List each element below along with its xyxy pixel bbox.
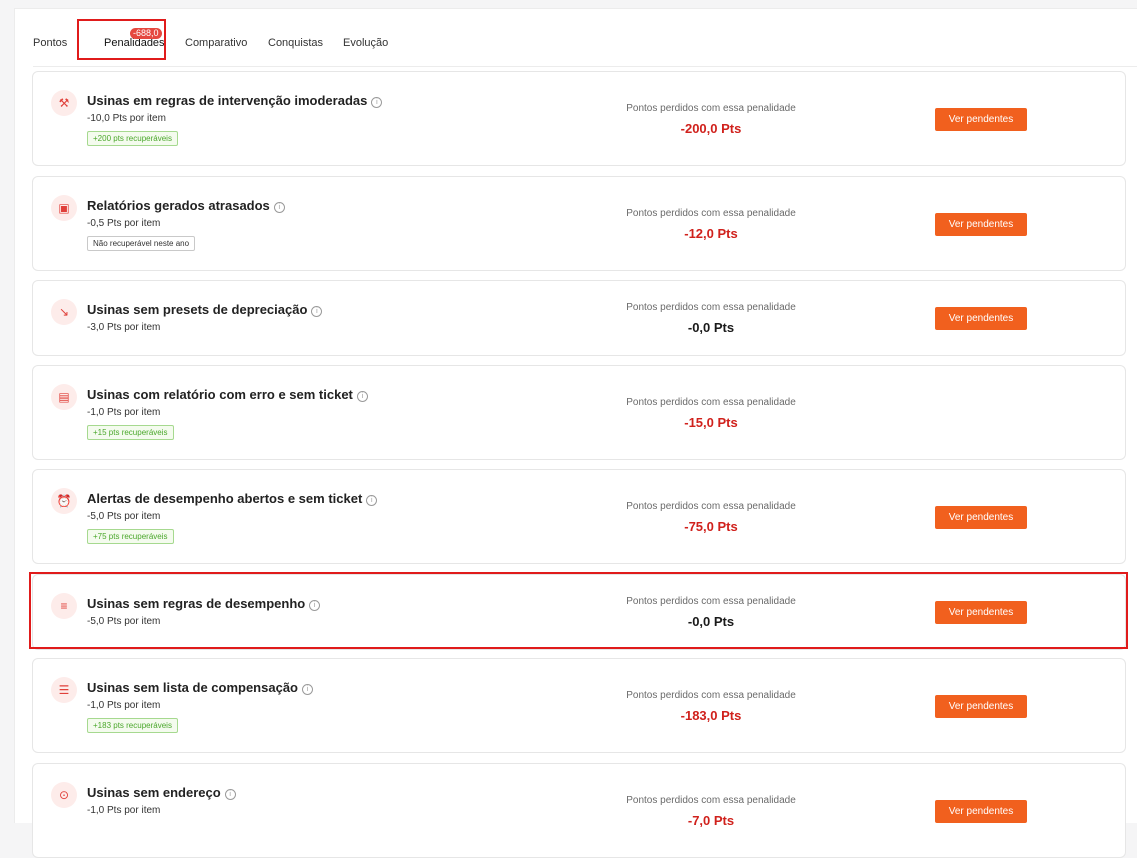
info-icon[interactable]: i bbox=[366, 495, 378, 506]
recoverable-tag: +15 pts recuperáveis bbox=[87, 425, 174, 440]
tab-pontos[interactable]: Pontos bbox=[33, 36, 67, 50]
penalty-title: Usinas com relatório com erro e sem tick… bbox=[87, 387, 368, 402]
clipboard-alert-icon: ▤ bbox=[51, 384, 77, 410]
penalty-card: ▣ Relatórios gerados atrasados i -0,5 Pts… bbox=[32, 176, 1126, 271]
penalty-card: ☰ Usinas sem lista de compensação i -1,0 … bbox=[32, 658, 1126, 753]
penalty-title: Usinas sem endereço i bbox=[87, 785, 236, 800]
penalty-card: ⊙ Usinas sem endereço i -1,0 Pts por item… bbox=[32, 763, 1126, 858]
points-lost-label: Pontos perdidos com essa penalidade bbox=[626, 501, 796, 512]
points-lost-value: -200,0 Pts bbox=[680, 121, 742, 136]
list-x-icon: ≡ bbox=[51, 593, 77, 619]
points-lost-value: -0,0 Pts bbox=[687, 614, 735, 629]
ver-pendentes-button[interactable]: Ver pendentes bbox=[935, 695, 1027, 718]
points-lost-label: Pontos perdidos com essa penalidade bbox=[626, 690, 796, 701]
points-lost-label: Pontos perdidos com essa penalidade bbox=[626, 795, 796, 806]
trending-down-icon: ↘ bbox=[51, 299, 77, 325]
points-lost-label: Pontos perdidos com essa penalidade bbox=[626, 208, 796, 219]
penalty-card: ↘ Usinas sem presets de depreciação i -3,… bbox=[32, 280, 1126, 356]
penalty-per-item: -10,0 Pts por item bbox=[87, 113, 166, 124]
info-icon[interactable]: i bbox=[301, 684, 313, 695]
points-lost-value: -7,0 Pts bbox=[687, 813, 735, 828]
penalty-total-badge: -688,0 bbox=[130, 28, 162, 39]
info-icon[interactable]: i bbox=[371, 97, 383, 108]
penalty-card: ▤ Usinas com relatório com erro e sem ti… bbox=[32, 365, 1126, 460]
penalty-title: Usinas sem lista de compensação i bbox=[87, 680, 313, 695]
penalty-card: ⏰ Alertas de desempenho abertos e sem ti… bbox=[32, 469, 1126, 564]
ver-pendentes-button[interactable]: Ver pendentes bbox=[935, 800, 1027, 823]
list-check-icon: ☰ bbox=[51, 677, 77, 703]
penalty-card: ≡ Usinas sem regras de desempenho i -5,0 … bbox=[32, 574, 1126, 650]
points-lost-value: -0,0 Pts bbox=[687, 320, 735, 335]
tab-conquistas[interactable]: Conquistas bbox=[268, 36, 323, 50]
info-icon[interactable]: i bbox=[311, 306, 323, 317]
info-icon[interactable]: i bbox=[224, 789, 236, 800]
penalty-card: ⚒ Usinas em regras de intervenção imoder… bbox=[32, 71, 1126, 166]
active-tab-indicator bbox=[103, 58, 161, 60]
penalty-per-item: -1,0 Pts por item bbox=[87, 700, 161, 711]
points-lost-value: -183,0 Pts bbox=[680, 708, 742, 723]
ver-pendentes-button[interactable]: Ver pendentes bbox=[935, 601, 1027, 624]
points-lost-value: -12,0 Pts bbox=[684, 226, 738, 241]
info-icon[interactable]: i bbox=[309, 600, 321, 611]
gavel-icon: ⚒ bbox=[51, 90, 77, 116]
recoverable-tag: Não recuperável neste ano bbox=[87, 236, 196, 251]
points-lost-value: -15,0 Pts bbox=[684, 415, 738, 430]
penalty-title: Relatórios gerados atrasados i bbox=[87, 198, 285, 213]
ver-pendentes-button[interactable]: Ver pendentes bbox=[935, 213, 1027, 236]
points-lost-label: Pontos perdidos com essa penalidade bbox=[626, 397, 796, 408]
siren-icon: ⏰ bbox=[51, 488, 77, 514]
recoverable-tag: +75 pts recuperáveis bbox=[87, 529, 174, 544]
penalty-per-item: -3,0 Pts por item bbox=[87, 322, 161, 333]
penalty-title: Alertas de desempenho abertos e sem tick… bbox=[87, 491, 378, 506]
penalty-title: Usinas em regras de intervenção imoderad… bbox=[87, 93, 383, 108]
penalty-title: Usinas sem regras de desempenho i bbox=[87, 596, 321, 611]
points-lost-label: Pontos perdidos com essa penalidade bbox=[626, 103, 796, 114]
tab-comparativo[interactable]: Comparativo bbox=[185, 36, 247, 50]
recoverable-tag: +200 pts recuperáveis bbox=[87, 131, 178, 146]
ver-pendentes-button[interactable]: Ver pendentes bbox=[935, 307, 1027, 330]
recoverable-tag: +183 pts recuperáveis bbox=[87, 718, 178, 733]
map-pin-icon: ⊙ bbox=[51, 782, 77, 808]
tab-evolucao[interactable]: Evolução bbox=[343, 36, 388, 50]
penalty-per-item: -1,0 Pts por item bbox=[87, 805, 161, 816]
tab-bar: Pontos Penalidades Comparativo Conquista… bbox=[33, 36, 1137, 67]
penalty-per-item: -5,0 Pts por item bbox=[87, 511, 161, 522]
points-lost-label: Pontos perdidos com essa penalidade bbox=[626, 302, 796, 313]
penalty-per-item: -0,5 Pts por item bbox=[87, 218, 161, 229]
ver-pendentes-button[interactable]: Ver pendentes bbox=[935, 108, 1027, 131]
ver-pendentes-button[interactable]: Ver pendentes bbox=[935, 506, 1027, 529]
info-icon[interactable]: i bbox=[273, 202, 285, 213]
calendar-x-icon: ▣ bbox=[51, 195, 77, 221]
points-lost-value: -75,0 Pts bbox=[684, 519, 738, 534]
info-icon[interactable]: i bbox=[356, 391, 368, 402]
penalty-per-item: -5,0 Pts por item bbox=[87, 616, 161, 627]
points-lost-label: Pontos perdidos com essa penalidade bbox=[626, 596, 796, 607]
penalty-title: Usinas sem presets de depreciação i bbox=[87, 302, 323, 317]
penalty-per-item: -1,0 Pts por item bbox=[87, 407, 161, 418]
